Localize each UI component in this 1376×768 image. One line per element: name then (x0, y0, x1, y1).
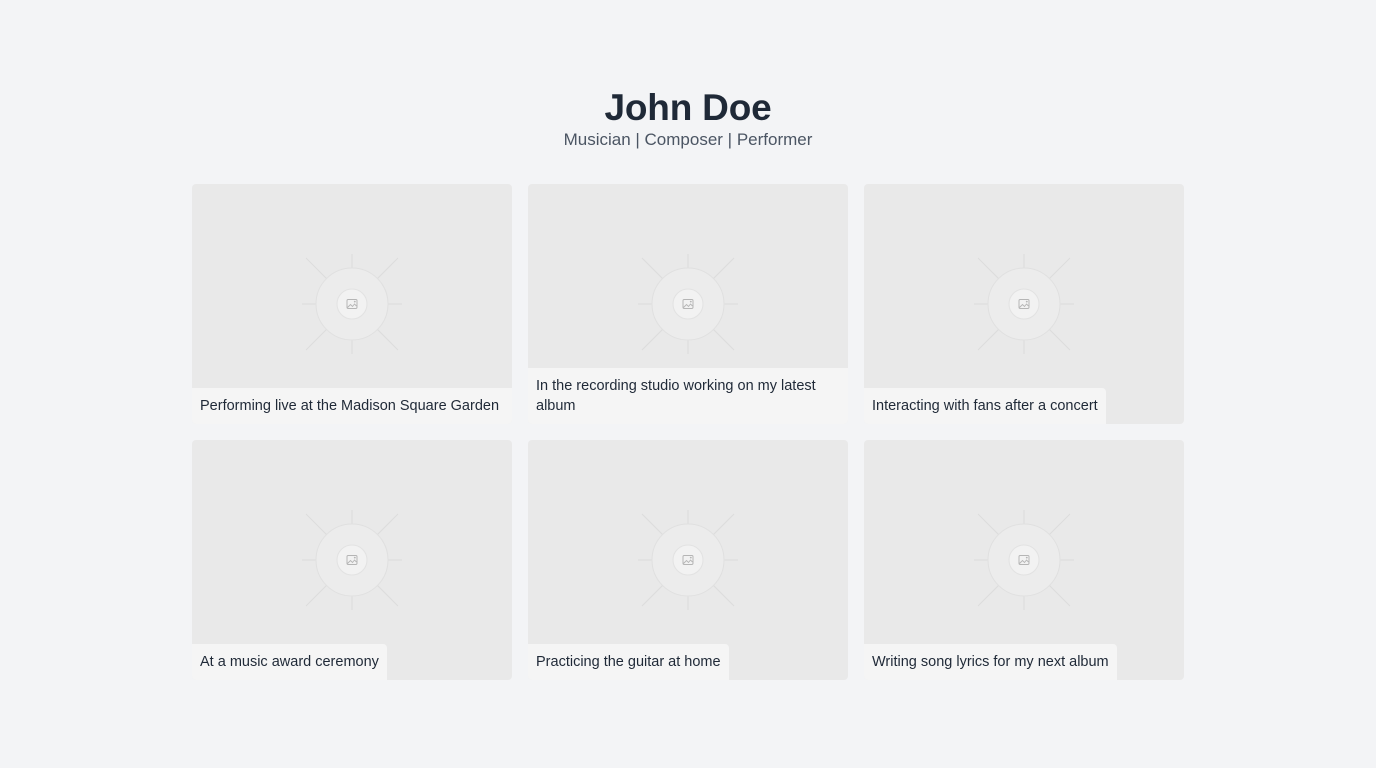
gallery-card[interactable]: At a music award ceremony (192, 440, 512, 680)
gallery-card[interactable]: In the recording studio working on my la… (528, 184, 848, 424)
card-caption: At a music award ceremony (192, 644, 387, 680)
card-caption: In the recording studio working on my la… (528, 368, 848, 424)
image-placeholder-icon (974, 510, 1074, 610)
image-placeholder-icon (974, 254, 1074, 354)
card-caption: Interacting with fans after a concert (864, 388, 1106, 424)
gallery-card[interactable]: Interacting with fans after a concert (864, 184, 1184, 424)
page-title: John Doe (604, 87, 772, 128)
gallery-card[interactable]: Writing song lyrics for my next album (864, 440, 1184, 680)
card-caption: Writing song lyrics for my next album (864, 644, 1117, 680)
image-placeholder-icon (638, 254, 738, 354)
image-placeholder-icon (302, 510, 402, 610)
gallery-card[interactable]: Performing live at the Madison Square Ga… (192, 184, 512, 424)
photo-gallery: Performing live at the Madison Square Ga… (192, 184, 1184, 680)
profile-header: John Doe Musician | Composer | Performer (0, 86, 1376, 151)
image-placeholder-icon (302, 254, 402, 354)
card-caption: Performing live at the Madison Square Ga… (192, 388, 512, 424)
page: John Doe Musician | Composer | Performer (0, 0, 1376, 768)
page-subtitle: Musician | Composer | Performer (563, 130, 813, 149)
image-placeholder-icon (638, 510, 738, 610)
gallery-card[interactable]: Practicing the guitar at home (528, 440, 848, 680)
card-caption: Practicing the guitar at home (528, 644, 729, 680)
